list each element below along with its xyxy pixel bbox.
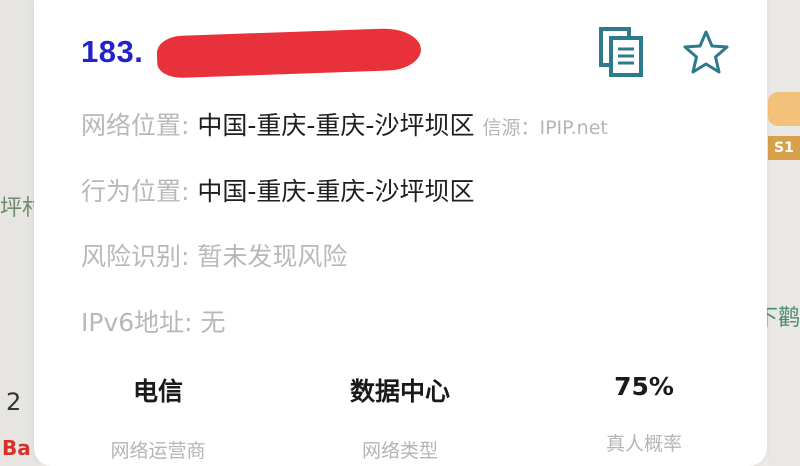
stat-network-type-value: 数据中心 (349, 377, 450, 406)
copy-icon[interactable] (597, 26, 647, 78)
stats-row: 电信 网络运营商 数据中心 网络类型 75% 真人概率 (34, 372, 767, 466)
ip-info-card: 183. 网络位置: 中国-重庆-重庆-沙坪坝区 信源：IPIP.net 行为位置… (34, 0, 767, 466)
network-location-row: 网络位置: 中国-重庆-重庆-沙坪坝区 信源：IPIP.net (81, 106, 608, 142)
stat-isp: 电信 网络运营商 (48, 372, 268, 463)
behavior-location-row: 行为位置: 中国-重庆-重庆-沙坪坝区 (81, 172, 474, 208)
network-location-value: 中国-重庆-重庆-沙坪坝区 (197, 111, 475, 140)
risk-value: 暂未发现风险 (197, 242, 348, 271)
stat-human-probability: 75% 真人概率 (534, 372, 754, 456)
stat-network-type: 数据中心 网络类型 (290, 372, 510, 463)
ipv6-value: 无 (200, 308, 226, 337)
stat-isp-value: 电信 (132, 377, 183, 406)
ip-address: 183. (81, 34, 144, 69)
ip-address-row: 183. (81, 27, 501, 80)
behavior-location-label: 行为位置: (81, 177, 190, 206)
map-road-badge: S1 (768, 136, 800, 160)
stat-network-type-label: 网络类型 (361, 440, 438, 462)
ipv6-row: IPv6地址: 无 (81, 303, 226, 339)
map-background-right (768, 0, 800, 466)
star-icon[interactable] (681, 28, 731, 78)
data-source: 信源：IPIP.net (482, 117, 608, 139)
map-logo: Ba (2, 436, 31, 460)
network-location-label: 网络位置: (81, 111, 190, 140)
risk-label: 风险识别: (81, 242, 190, 271)
risk-row: 风险识别: 暂未发现风险 (81, 237, 347, 273)
map-scale-label: 2 (6, 388, 22, 416)
redaction-mark (156, 27, 422, 79)
behavior-location-value: 中国-重庆-重庆-沙坪坝区 (197, 177, 475, 206)
stat-isp-label: 网络运营商 (110, 440, 206, 462)
stat-human-probability-label: 真人概率 (605, 433, 682, 455)
ipv6-label: IPv6地址: (81, 308, 193, 337)
map-road (768, 92, 800, 126)
stat-human-probability-value: 75% (614, 372, 674, 401)
